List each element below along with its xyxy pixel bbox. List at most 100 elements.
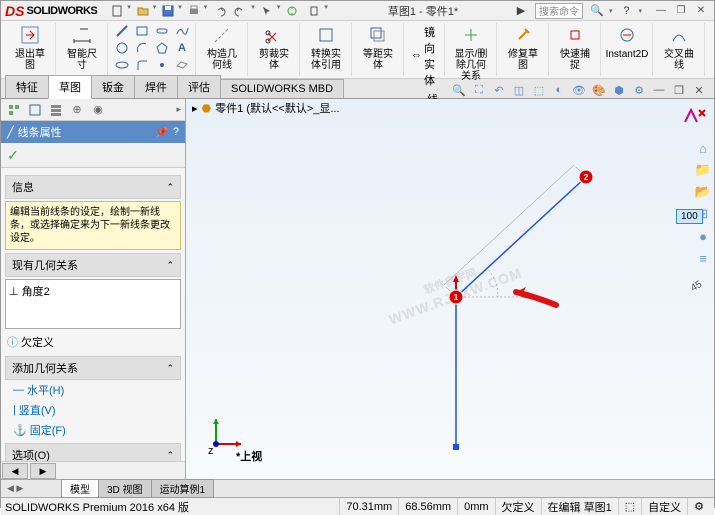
smart-dimension-button[interactable]: 智能尺 寸 [61, 23, 103, 71]
graphics-area[interactable]: ▸ ⬣ 零件1 (默认<<默认>_显... ⌂ 📁 📂 ⊞ ● ≡ 软件自学网 … [186, 99, 714, 479]
search-glass-icon[interactable]: 🔍 [587, 3, 607, 19]
slot-tool-icon[interactable] [153, 23, 171, 39]
polygon-tool-icon[interactable] [153, 40, 171, 56]
exit-sketch-button[interactable]: 退出草 图 [9, 23, 51, 71]
instant2d-button[interactable]: Instant2D [606, 23, 648, 60]
config-mgr-icon[interactable] [47, 101, 65, 119]
status-definition: 欠定义 [495, 498, 541, 515]
zoom-area-icon[interactable]: ⛶ [470, 82, 488, 98]
panel-title: 线条属性 [18, 124, 62, 140]
quick-snap-button[interactable]: 快速捕 捉 [554, 23, 596, 71]
restore-button[interactable]: ❐ [672, 4, 690, 18]
add-rel-section[interactable]: 添加几何关系⌃ [5, 356, 181, 380]
sketch-canvas[interactable]: 1 2 [186, 117, 714, 497]
doc-close-icon[interactable]: ✕ [690, 82, 708, 98]
undo-icon[interactable] [209, 3, 229, 19]
crossover-button[interactable]: 交叉曲 线 [658, 23, 700, 71]
point-tool-icon[interactable] [153, 57, 171, 73]
relation-item[interactable]: ⊥ 角度2 [9, 283, 177, 299]
line-tool-icon[interactable] [113, 23, 131, 39]
horizontal-icon: — [13, 384, 24, 396]
plane-tool-icon[interactable] [173, 57, 191, 73]
display-style-icon[interactable]: ◐ [550, 82, 568, 98]
spline-tool-icon[interactable] [173, 23, 191, 39]
new-icon[interactable] [107, 3, 127, 19]
dimension-value[interactable]: 100 [676, 209, 703, 224]
select-icon[interactable] [257, 3, 277, 19]
add-fix[interactable]: ⚓固定(F) [5, 420, 181, 440]
offset-icon [366, 23, 390, 47]
mirror-button[interactable]: ⇔镜向实体 [409, 23, 440, 89]
foot-btn-2[interactable]: ▶ [30, 463, 56, 479]
circle-tool-icon[interactable] [113, 40, 131, 56]
save-icon[interactable] [158, 3, 178, 19]
trim-button[interactable]: 剪裁实 体 [253, 23, 295, 71]
open-icon[interactable] [133, 3, 153, 19]
arc-tool-icon[interactable] [133, 40, 151, 56]
info-section[interactable]: 信息⌃ [5, 175, 181, 199]
dimxpert-icon[interactable]: ⊕ [68, 101, 86, 119]
help-icon[interactable]: ? [616, 3, 636, 19]
rect-tool-icon[interactable] [133, 23, 151, 39]
close-button[interactable]: ✕ [692, 4, 710, 18]
tab-model[interactable]: 模型 [61, 479, 99, 498]
tab-weldment[interactable]: 焊件 [134, 75, 178, 98]
fillet-tool-icon[interactable] [133, 57, 151, 73]
pin-icon[interactable]: 📌 [155, 126, 169, 139]
construction-geom-button[interactable]: 构造几 何线 [201, 23, 243, 71]
view-orient-icon[interactable]: ⬚ [530, 82, 548, 98]
ok-button[interactable]: ✓ [4, 146, 22, 164]
options-icon[interactable] [304, 3, 324, 19]
snap-icon [563, 23, 587, 47]
ellipse-tool-icon[interactable] [113, 57, 131, 73]
doc-max-icon[interactable]: ❐ [670, 82, 688, 98]
relations-list[interactable]: ⊥ 角度2 [5, 279, 181, 329]
prev-view-icon[interactable]: ↶ [490, 82, 508, 98]
print-icon[interactable] [184, 3, 204, 19]
trim-icon [262, 23, 286, 47]
window-controls: — ❐ ✕ [652, 4, 710, 18]
tab-3dview[interactable]: 3D 视图 [98, 479, 152, 498]
search-run-icon[interactable]: ▶ [511, 3, 531, 19]
help-panel-icon[interactable]: ? [173, 126, 179, 138]
app-name: SOLIDWORKS [26, 5, 97, 17]
logo-icon: DS [5, 3, 24, 19]
svg-text:1: 1 [454, 293, 459, 302]
tab-sheetmetal[interactable]: 钣金 [91, 75, 135, 98]
feature-tree-icon[interactable] [5, 101, 23, 119]
repair-button[interactable]: 修复草 图 [502, 23, 544, 71]
options-section[interactable]: 选项(O)⌃ [5, 443, 181, 461]
panel-title-bar: ╱ 线条属性 📌 ? [1, 121, 185, 143]
flyout-tree[interactable]: ▸ ⬣ 零件1 (默认<<默认>_显... [186, 99, 714, 117]
redo-icon[interactable] [231, 3, 251, 19]
add-horizontal[interactable]: —水平(H) [5, 380, 181, 400]
tab-sketch[interactable]: 草图 [48, 75, 92, 99]
tab-evaluate[interactable]: 评估 [177, 75, 221, 98]
search-input[interactable]: 搜索命令 [535, 3, 583, 19]
display-mgr-icon[interactable]: ◉ [89, 101, 107, 119]
show-hide-rel-button[interactable]: 显示/删 除几何 关系 [450, 23, 492, 82]
repair-icon [511, 23, 535, 47]
zoom-fit-icon[interactable]: 🔍 [450, 82, 468, 98]
add-vertical[interactable]: |竖直(V) [5, 400, 181, 420]
apply-scene-icon[interactable]: ⬢ [610, 82, 628, 98]
shaded-button[interactable]: 上色草 图轮廓 [710, 23, 715, 71]
status-unit-icon[interactable]: ⬚ [618, 498, 641, 515]
doc-min-icon[interactable]: — [650, 82, 668, 98]
minimize-button[interactable]: — [652, 4, 670, 18]
property-mgr-icon[interactable] [26, 101, 44, 119]
view-settings-icon[interactable]: ⚙ [630, 82, 648, 98]
offset-button[interactable]: 等距实 体 [357, 23, 399, 71]
edit-appearance-icon[interactable]: 🎨 [590, 82, 608, 98]
rebuild-icon[interactable] [282, 3, 302, 19]
foot-btn-1[interactable]: ◀ [2, 463, 28, 479]
existing-rel-section[interactable]: 现有几何关系⌃ [5, 253, 181, 277]
tab-feature[interactable]: 特征 [5, 75, 49, 98]
section-view-icon[interactable]: ◫ [510, 82, 528, 98]
convert-button[interactable]: 转换实 体引用 [305, 23, 347, 71]
text-tool-icon[interactable]: A [173, 40, 191, 56]
tab-mbd[interactable]: SOLIDWORKS MBD [220, 79, 344, 98]
status-gear-icon[interactable]: ⚙ [687, 498, 710, 515]
status-custom[interactable]: 自定义 [641, 498, 687, 515]
hide-show-icon[interactable]: 👁 [570, 82, 588, 98]
